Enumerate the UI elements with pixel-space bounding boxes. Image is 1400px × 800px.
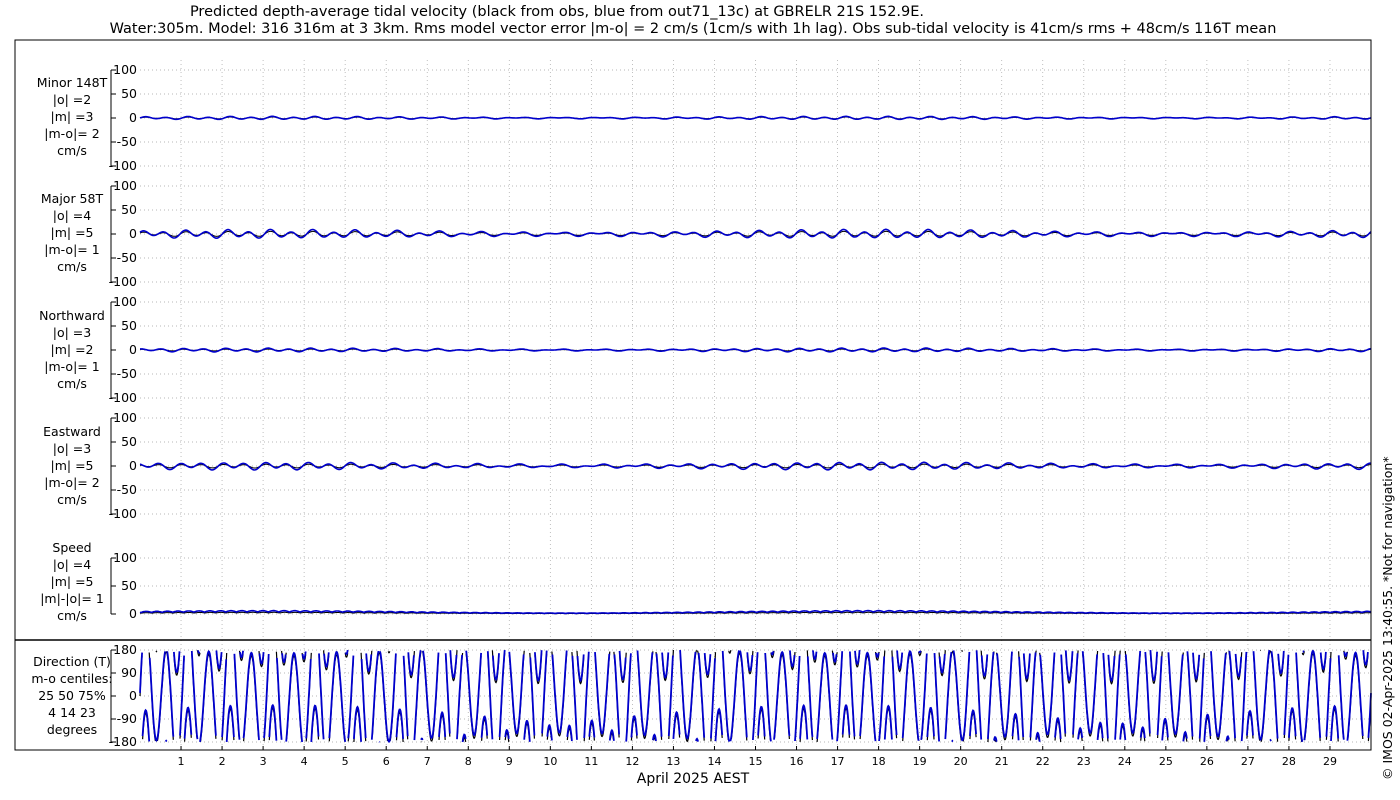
x-tick-label: 17 <box>831 755 845 768</box>
y-tick-label: 50 <box>121 578 137 593</box>
panel-label-line: |m| =5 <box>51 458 94 473</box>
y-tick-label: 100 <box>113 294 137 309</box>
x-tick-label: 27 <box>1241 755 1255 768</box>
y-tick-label: -100 <box>109 390 137 405</box>
x-tick-label: 18 <box>872 755 886 768</box>
panel-label-line: cm/s <box>57 259 87 274</box>
y-tick-label: 180 <box>113 642 137 657</box>
x-tick-label: 11 <box>584 755 598 768</box>
panel-label-line: |m| =3 <box>51 109 94 124</box>
x-tick-label: 22 <box>1036 755 1050 768</box>
panel-label-line: cm/s <box>57 376 87 391</box>
panel-label-line: |o| =4 <box>53 557 92 572</box>
y-tick-label: -50 <box>117 250 137 265</box>
y-tick-label: 100 <box>113 550 137 565</box>
x-tick-label: 7 <box>424 755 431 768</box>
y-tick-label: 50 <box>121 318 137 333</box>
y-tick-label: 100 <box>113 62 137 77</box>
x-tick-label: 12 <box>625 755 639 768</box>
x-tick-label: 25 <box>1159 755 1173 768</box>
panel-label-line: |m-o|= 2 <box>44 475 99 490</box>
x-tick-label: 21 <box>995 755 1009 768</box>
panel-label-line: |o| =4 <box>53 208 92 223</box>
x-tick-label: 1 <box>178 755 185 768</box>
panel-label-line: 25 50 75% <box>38 688 106 703</box>
panel-label-line: Minor 148T <box>37 75 108 90</box>
x-tick-label: 16 <box>790 755 804 768</box>
credit-text: © IMOS 02-Apr-2025 13:40:55. *Not for na… <box>1380 456 1395 780</box>
y-tick-label: 0 <box>129 458 137 473</box>
panel-label-line: m-o centiles: <box>31 671 112 686</box>
x-tick-label: 6 <box>383 755 390 768</box>
panel-label-line: |m| =5 <box>51 574 94 589</box>
y-tick-label: 0 <box>129 342 137 357</box>
chart-title-line2: Water:305m. Model: 316 316m at 3 3km. Rm… <box>110 21 1277 37</box>
panel-label-line: |m| =2 <box>51 342 94 357</box>
y-tick-label: 0 <box>129 606 137 621</box>
x-tick-label: 26 <box>1200 755 1214 768</box>
y-tick-label: -180 <box>109 734 137 749</box>
x-tick-label: 3 <box>260 755 267 768</box>
x-tick-label: 8 <box>465 755 472 768</box>
y-tick-label: -50 <box>117 366 137 381</box>
y-tick-label: -100 <box>109 506 137 521</box>
x-tick-label: 2 <box>219 755 226 768</box>
y-tick-label: 50 <box>121 202 137 217</box>
y-tick-label: 100 <box>113 178 137 193</box>
y-tick-label: -50 <box>117 482 137 497</box>
x-tick-label: 13 <box>666 755 680 768</box>
x-tick-label: 24 <box>1118 755 1132 768</box>
x-tick-label: 15 <box>749 755 763 768</box>
tidal-velocity-chart: Predicted depth-average tidal velocity (… <box>0 0 1400 800</box>
panel-label-line: |m| =5 <box>51 225 94 240</box>
y-tick-label: -50 <box>117 134 137 149</box>
x-tick-label: 23 <box>1077 755 1091 768</box>
panel-label-line: cm/s <box>57 492 87 507</box>
y-tick-label: 50 <box>121 434 137 449</box>
panel-label-line: |o| =3 <box>53 441 91 456</box>
panel-label-line: degrees <box>47 722 97 737</box>
x-tick-label: 4 <box>301 755 308 768</box>
panel-label-line: |m-o|= 1 <box>44 359 99 374</box>
panel-label-line: Major 58T <box>41 191 104 206</box>
x-tick-label: 29 <box>1323 755 1337 768</box>
y-tick-label: -100 <box>109 274 137 289</box>
panel-label-line: |o| =3 <box>53 325 91 340</box>
y-tick-label: 50 <box>121 86 137 101</box>
panel-label-line: |m-o|= 1 <box>44 242 99 257</box>
y-tick-label: -100 <box>109 158 137 173</box>
panel-label-line: cm/s <box>57 143 87 158</box>
y-tick-label: 0 <box>129 688 137 703</box>
panel-label-line: 4 14 23 <box>48 705 96 720</box>
panel-label-line: Speed <box>52 540 91 555</box>
x-tick-label: 14 <box>707 755 721 768</box>
y-tick-label: 0 <box>129 226 137 241</box>
panel-label-line: Direction (T) <box>33 654 111 669</box>
panel-label-line: |m-o|= 2 <box>44 126 99 141</box>
y-tick-label: 100 <box>113 410 137 425</box>
x-tick-label: 9 <box>506 755 513 768</box>
panel-label-line: cm/s <box>57 608 87 623</box>
x-tick-label: 5 <box>342 755 349 768</box>
x-tick-label: 28 <box>1282 755 1296 768</box>
panel-label-line: Eastward <box>43 424 101 439</box>
x-tick-label: 10 <box>543 755 557 768</box>
x-tick-label: 20 <box>954 755 968 768</box>
x-tick-label: 19 <box>913 755 927 768</box>
panel-label-line: |o| =2 <box>53 92 91 107</box>
y-tick-label: 0 <box>129 110 137 125</box>
panel-label-line: |m|-|o|= 1 <box>40 591 104 606</box>
y-tick-label: -90 <box>117 711 137 726</box>
panel-label-line: Northward <box>39 308 105 323</box>
y-tick-label: 90 <box>121 665 137 680</box>
chart-title-line1: Predicted depth-average tidal velocity (… <box>190 4 924 20</box>
x-axis-label: April 2025 AEST <box>637 771 750 787</box>
